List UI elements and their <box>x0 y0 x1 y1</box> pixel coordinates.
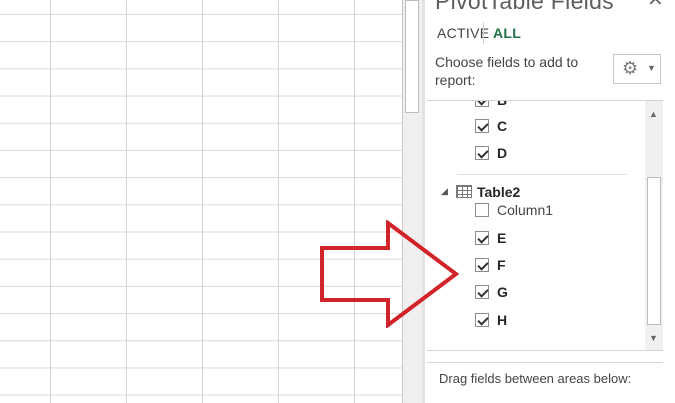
field-label: D <box>497 145 508 161</box>
chevron-down-icon: ▼ <box>647 63 656 73</box>
scroll-up-icon[interactable]: ▲ <box>649 109 658 119</box>
field-label: G <box>497 284 508 300</box>
arrow-shape <box>320 220 460 328</box>
field-checkbox[interactable] <box>475 101 489 107</box>
tab-divider <box>483 22 484 44</box>
field-checkbox[interactable] <box>475 146 489 160</box>
field-label: F <box>497 257 506 273</box>
field-label: B <box>497 100 508 108</box>
pane-title: PivotTable Fields <box>435 0 614 14</box>
pivottable-fields-pane: PivotTable Fields ✕ ACTIVE ALL Choose fi… <box>425 0 675 403</box>
table-name: Table2 <box>477 184 521 200</box>
gear-icon: ⚙ <box>622 58 639 78</box>
tab-active[interactable]: ACTIVE <box>437 25 489 41</box>
worksheet-vertical-scrollbar[interactable] <box>402 0 422 403</box>
worksheet-grid[interactable] <box>0 0 402 403</box>
field-label: H <box>497 312 508 328</box>
field-checkbox[interactable] <box>475 203 489 217</box>
tools-button[interactable]: ⚙ ▼ <box>613 54 661 84</box>
drag-fields-label: Drag fields between areas below: <box>439 371 632 386</box>
field-label: E <box>497 230 507 246</box>
close-icon[interactable]: ✕ <box>647 0 664 10</box>
scroll-down-icon[interactable]: ▼ <box>649 333 658 343</box>
table-icon <box>456 185 472 198</box>
field-list-scrollbar[interactable]: ▲ ▼ <box>645 101 663 350</box>
field-checkbox[interactable] <box>475 313 489 327</box>
tab-all[interactable]: ALL <box>493 25 521 41</box>
field-checkbox[interactable] <box>475 231 489 245</box>
collapse-triangle-icon[interactable]: ◢ <box>441 187 448 196</box>
field-list: B C D ◢ Table2 Column1 E F G H ▲ ▼ <box>427 100 663 351</box>
red-arrow-annotation <box>320 220 460 328</box>
choose-fields-label: Choose fields to add to report: <box>435 54 579 88</box>
worksheet-scroll-thumb[interactable] <box>405 0 419 113</box>
field-checkbox[interactable] <box>475 285 489 299</box>
field-checkbox[interactable] <box>475 119 489 133</box>
field-label: Column1 <box>497 202 554 218</box>
field-checkbox[interactable] <box>475 258 489 272</box>
field-label: C <box>497 118 508 134</box>
areas-divider <box>427 362 663 363</box>
group-divider <box>457 174 627 175</box>
field-list-scroll-thumb[interactable] <box>647 177 661 325</box>
